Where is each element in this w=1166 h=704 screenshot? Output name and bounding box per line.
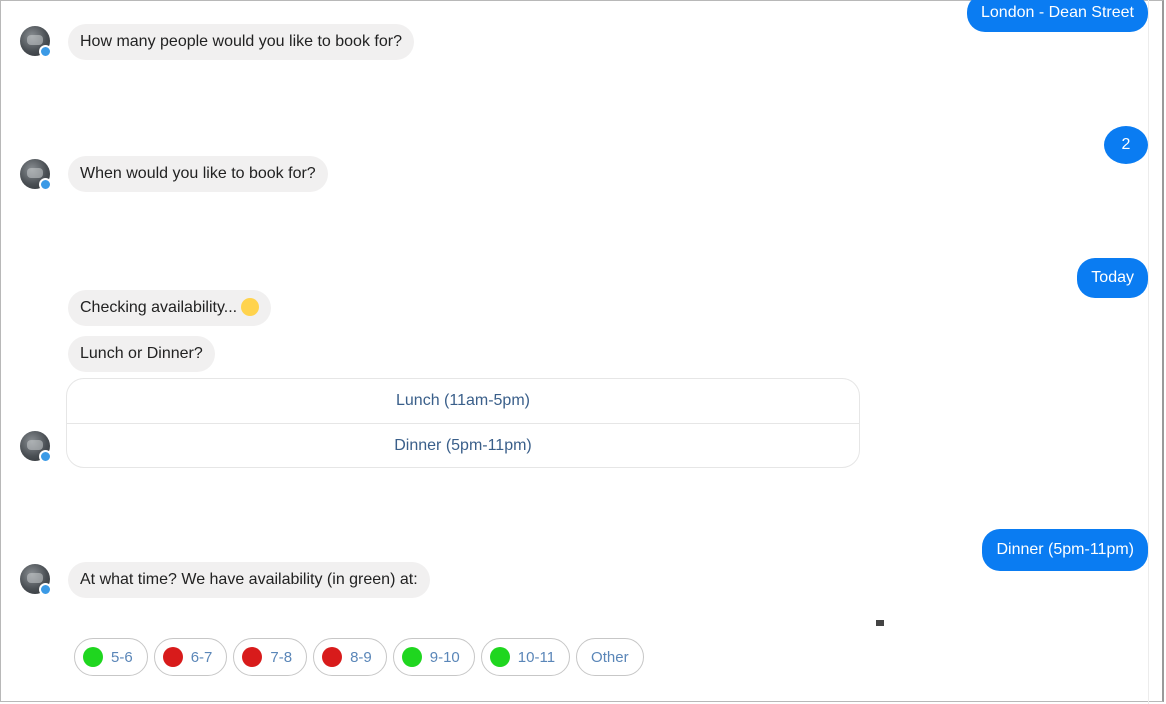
bot-avatar-icon bbox=[20, 431, 52, 463]
cursor-marker bbox=[876, 620, 884, 626]
bot-message-when: When would you like to book for? bbox=[68, 156, 328, 192]
checking-text: Checking availability... bbox=[80, 299, 238, 316]
time-slot-label: 8-9 bbox=[350, 648, 372, 666]
bot-message-lunch-or-dinner: Lunch or Dinner? bbox=[68, 336, 215, 372]
available-dot-icon bbox=[489, 647, 510, 667]
meal-option-dinner[interactable]: Dinner (5pm-11pm) bbox=[67, 423, 859, 468]
time-slot-9-10[interactable]: 9-10 bbox=[392, 638, 475, 676]
bot-message-checking: Checking availability... bbox=[68, 290, 272, 326]
time-slot-label: 10-11 bbox=[517, 648, 556, 666]
bot-message-party-size: How many people would you like to book f… bbox=[68, 24, 414, 60]
time-slot-10-11[interactable]: 10-11 bbox=[480, 638, 571, 676]
smile-emoji-icon bbox=[241, 297, 260, 316]
time-slot-label: 6-7 bbox=[190, 648, 213, 666]
unavailable-dot-icon bbox=[162, 647, 183, 667]
user-message-meal: Dinner (5pm-11pm) bbox=[982, 529, 1148, 571]
available-dot-icon bbox=[401, 647, 422, 667]
time-slot-label: 9-10 bbox=[429, 648, 460, 666]
time-slot-label: Other bbox=[591, 648, 629, 666]
user-message-day: Today bbox=[1077, 258, 1148, 298]
time-slot-6-7[interactable]: 6-7 bbox=[153, 638, 228, 676]
unavailable-dot-icon bbox=[242, 647, 263, 667]
time-slot-8-9[interactable]: 8-9 bbox=[313, 638, 387, 676]
bot-message-ask-time: At what time? We have availability (in g… bbox=[68, 562, 430, 598]
time-slot-chips: 5-6 6-7 7-8 8-9 9-10 10-11 Other bbox=[74, 638, 644, 676]
time-slot-other[interactable]: Other bbox=[576, 638, 644, 676]
meal-option-lunch[interactable]: Lunch (11am-5pm) bbox=[67, 379, 859, 423]
unavailable-dot-icon bbox=[322, 647, 343, 667]
available-dot-icon bbox=[83, 647, 103, 667]
scroll-divider bbox=[1148, 0, 1149, 704]
user-message-party-size: 2 bbox=[1104, 126, 1148, 164]
meal-options-card: Lunch (11am-5pm) Dinner (5pm-11pm) bbox=[66, 378, 860, 468]
time-slot-5-6[interactable]: 5-6 bbox=[74, 638, 148, 676]
time-slot-label: 7-8 bbox=[270, 648, 293, 666]
bot-avatar-icon bbox=[20, 159, 52, 191]
time-slot-label: 5-6 bbox=[111, 648, 133, 666]
bot-avatar-icon bbox=[20, 26, 52, 58]
time-slot-7-8[interactable]: 7-8 bbox=[233, 638, 308, 676]
bot-avatar-icon bbox=[20, 564, 52, 596]
user-message-location: London - Dean Street bbox=[967, 0, 1148, 32]
